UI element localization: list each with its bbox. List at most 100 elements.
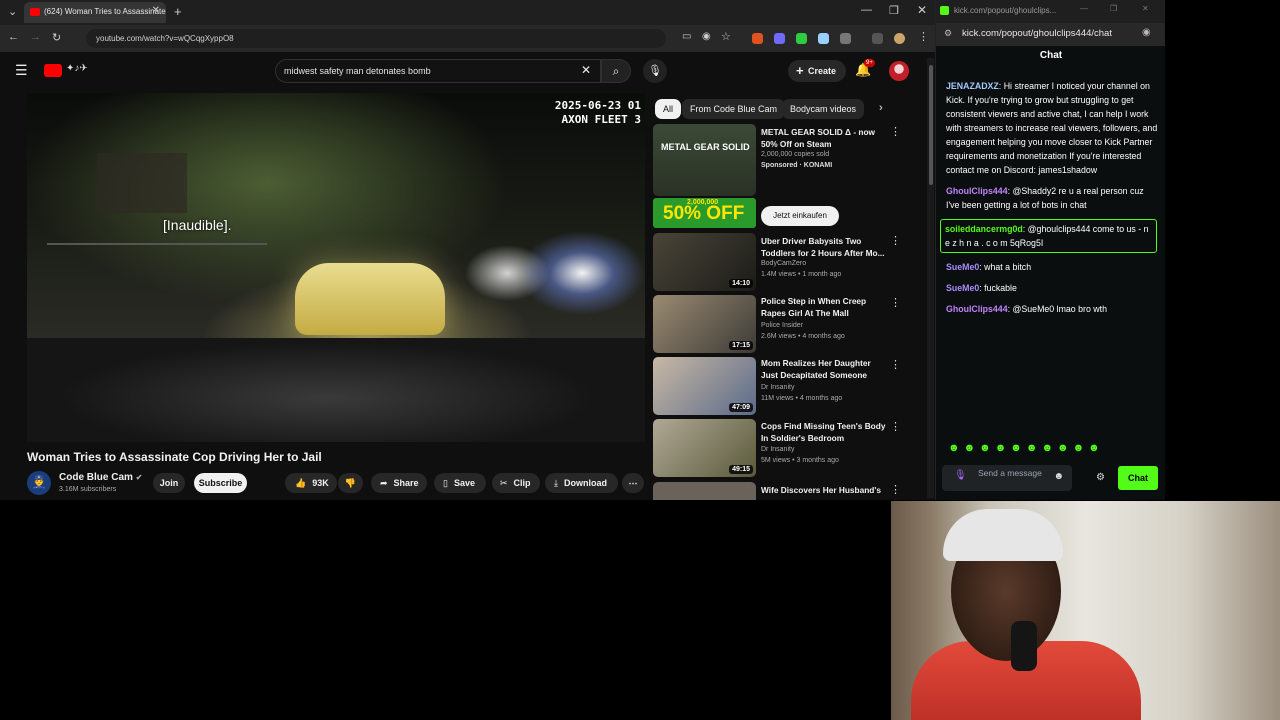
microphone-icon: 🎙 [648,65,662,77]
chat-message: GhoulClips444: @Shaddy2 re u a real pers… [946,184,1158,212]
back-icon[interactable]: ← [8,31,19,43]
like-button[interactable]: 👍 93K [285,473,337,493]
more-vert-icon[interactable]: ⋮ [890,483,901,496]
duration-badge: 47:09 [729,403,753,412]
video-thumbnail: 47:09 [653,357,756,415]
list-item[interactable]: Wife Discovers Her Husband's ⋮ [653,482,913,500]
chat-message: SueMe0: what a bitch [946,260,1158,274]
rec-channel: Police Insider [761,322,804,329]
emoji-icon[interactable]: ☻ [1053,472,1064,482]
tab-title: (624) Woman Tries to Assassinate... [44,7,166,16]
voice-search-button[interactable]: 🎙 [643,59,667,83]
browser-menu-icon[interactable]: ⋮ [918,30,929,43]
ad-advertiser: KONAMI [803,162,833,169]
sponsored-ad[interactable]: METAL GEAR SOLID METAL GEAR SOLID Δ - no… [653,124,913,196]
extension-icon[interactable] [796,33,807,44]
video-player[interactable]: 2025-06-23 01 AXON FLEET 3 [Inaudible]. [27,93,645,442]
share-icon: ➦ [380,478,388,488]
search-button[interactable]: ⌕ [601,59,631,83]
minimize-icon[interactable]: — [861,4,872,16]
rec-meta: 11M views • 4 months ago [761,395,843,402]
more-vert-icon[interactable]: ⋮ [890,125,901,138]
duration-badge: 17:15 [729,341,753,350]
extensions-puzzle-icon[interactable] [840,33,851,44]
chip-all[interactable]: All [655,99,682,119]
channel-name[interactable]: Code Blue Cam ✔ [59,472,142,483]
clip-button[interactable]: ✂ Clip [492,473,540,493]
list-item[interactable]: 14:10 Uber Driver Babysits Two Toddlers … [653,233,913,291]
chip-bodycam[interactable]: Bodycam videos [782,99,865,119]
more-vert-icon[interactable]: ⋮ [890,234,901,247]
account-avatar[interactable] [889,61,909,81]
chat-message: GhoulClips444: @SueMe0 lmao bro wth [946,302,1158,316]
minimize-icon[interactable]: — [1080,4,1088,13]
extension-icon[interactable] [818,33,829,44]
emote-bar[interactable]: ☻☻☻☻☻☻☻☻☻☻ [948,442,1104,454]
more-vert-icon[interactable]: ⋮ [890,358,901,371]
eye-off-icon[interactable]: ◉ [702,31,711,42]
chat-settings-gear-icon[interactable]: ⚙ [1096,472,1105,483]
scrollbar-thumb[interactable] [929,65,933,185]
list-item[interactable]: 17:15 Police Step in When Creep Rapes Gi… [653,295,913,353]
chat-username[interactable]: GhoulClips444 [946,304,1008,314]
new-tab-icon[interactable]: + [174,4,182,19]
extension-icon[interactable] [774,33,785,44]
profile-avatar-icon[interactable] [894,33,905,44]
rec-meta: 2.6M views • 4 months ago [761,333,845,340]
rec-channel: BodyCamZero [761,260,807,267]
chat-username[interactable]: GhoulClips444 [946,186,1008,196]
sidebar-icon[interactable] [872,33,883,44]
youtube-doodle-icon[interactable]: ✦♪✈ [66,63,88,74]
send-chat-button[interactable]: Chat [1118,466,1158,490]
eye-off-icon[interactable]: ◉ [1142,27,1151,38]
create-button[interactable]: + Create [788,60,846,82]
video-thumbnail: 49:15 [653,419,756,477]
dislike-button[interactable]: 👎 [338,473,363,493]
chips-next-icon[interactable]: › [879,102,883,114]
more-actions-button[interactable]: ⋯ [622,473,644,493]
rec-channel: Dr Insanity [761,384,795,391]
share-button[interactable]: ➦ Share [371,473,427,493]
cast-icon[interactable]: ▭ [682,31,691,42]
ad-cta-button[interactable]: Jetzt einkaufen [761,206,839,226]
kick-url: kick.com/popout/ghoulclips444/chat [962,28,1112,39]
chat-input[interactable]: 🎙 Send a message ☻ [942,465,1072,491]
channel-avatar[interactable]: 👮 [27,471,51,495]
list-item[interactable]: 49:15 Cops Find Missing Teen's Body In S… [653,419,913,477]
maximize-icon[interactable]: ❐ [1110,4,1117,13]
chat-username[interactable]: JENAZADXZ [946,81,999,91]
tab-youtube[interactable]: (624) Woman Tries to Assassinate... ✕ [24,2,166,23]
more-vert-icon[interactable]: ⋮ [890,296,901,309]
join-button[interactable]: Join [153,473,185,493]
extension-icon[interactable] [752,33,763,44]
close-window-icon[interactable]: ✕ [1142,4,1149,13]
more-vert-icon[interactable]: ⋮ [890,420,901,433]
download-button[interactable]: ⤓ Download [545,473,618,493]
clip-label: Clip [513,478,531,488]
close-window-icon[interactable]: ✕ [917,3,927,17]
url-field[interactable]: youtube.com/watch?v=wQCqgXyppO8 [86,29,666,48]
tab-list-icon[interactable]: ⌄ [8,5,17,18]
forward-icon[interactable]: → [30,31,41,43]
download-label: Download [563,478,607,488]
save-button[interactable]: ▯ Save [434,473,486,493]
list-item[interactable]: 47:09 Mom Realizes Her Daughter Just Dec… [653,357,913,415]
site-settings-icon[interactable]: ⚙ [944,28,952,39]
kick-address-bar[interactable]: ⚙ kick.com/popout/ghoulclips444/chat ◉ [936,23,1165,46]
thumbs-up-icon: 👍 [295,478,307,488]
search-input[interactable]: midwest safety man detonates bomb [275,59,601,83]
youtube-logo-icon[interactable] [44,64,62,77]
clear-search-icon[interactable]: ✕ [581,63,591,77]
chat-username[interactable]: soileddancermg0d [945,224,1023,234]
chat-message: soileddancermg0d: @ghoulclips444 come to… [940,219,1157,253]
bookmark-star-icon[interactable]: ☆ [721,30,731,43]
close-tab-icon[interactable]: ✕ [152,5,160,16]
reload-icon[interactable]: ↻ [52,31,61,44]
chip-from-channel[interactable]: From Code Blue Cam [682,99,786,119]
hamburger-menu-icon[interactable]: ☰ [15,62,28,79]
chat-header: Chat [1039,50,1063,61]
chat-username[interactable]: SueMe0 [946,262,979,272]
maximize-icon[interactable]: ❐ [889,4,899,17]
subscribe-button[interactable]: Subscribe [194,473,247,493]
chat-username[interactable]: SueMe0 [946,283,979,293]
